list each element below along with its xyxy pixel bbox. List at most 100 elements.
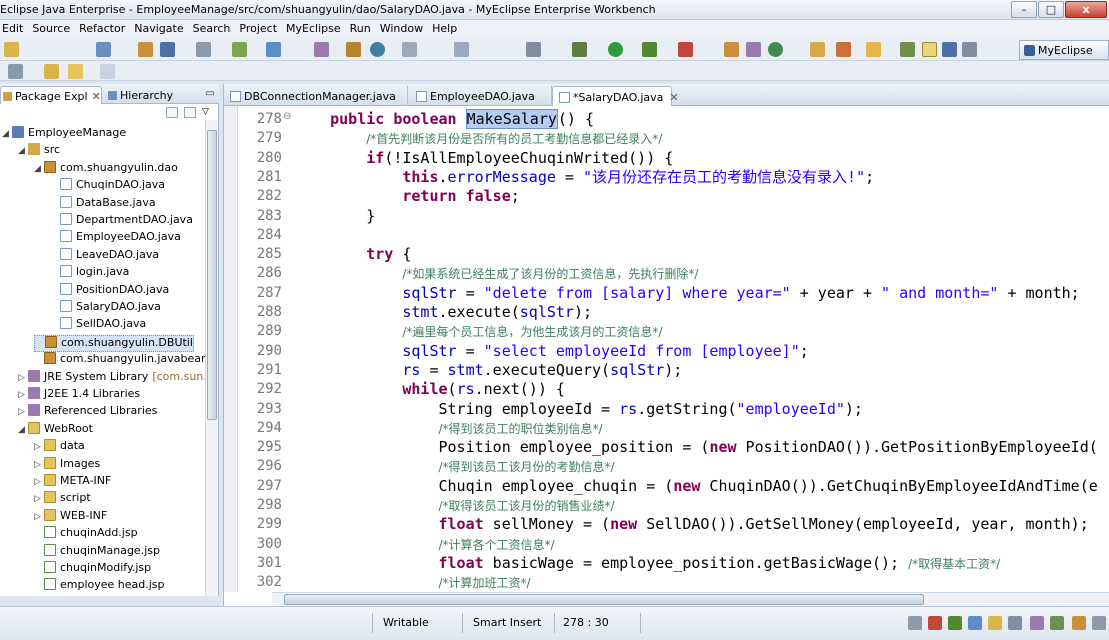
tree-node[interactable]: ▷ META-INF (34, 474, 111, 491)
server-icon[interactable] (266, 42, 281, 57)
editor-horizontal-scrollbar[interactable] (272, 592, 1109, 606)
menu-refactor[interactable]: Refactor (77, 22, 132, 35)
tab-dbconnectionmanager[interactable]: DBConnectionManager.java (224, 86, 408, 106)
next-annotation-icon[interactable] (8, 64, 23, 79)
tree-node[interactable]: ChuqinDAO.java (50, 178, 165, 195)
menu-project[interactable]: Project (237, 22, 284, 35)
toggle-breadcrumb-icon[interactable] (900, 42, 915, 57)
tree-node[interactable]: DataBase.java (50, 195, 156, 213)
web-browser-icon[interactable] (346, 42, 361, 57)
code-line[interactable]: String employeeId = rs.getString("employ… (294, 400, 863, 419)
tree-node[interactable]: ▷ script (34, 491, 91, 508)
tree-node[interactable]: login.java (50, 265, 129, 282)
search-icon[interactable] (836, 42, 851, 57)
expand-arrow-icon[interactable]: ▷ (34, 494, 44, 504)
code-line[interactable]: while(rs.next()) { (294, 380, 565, 399)
scrollbar-thumb[interactable] (284, 594, 924, 605)
tab-package-explorer[interactable]: Package Expl ✕ (0, 86, 102, 104)
collapse-all-icon[interactable] (166, 107, 178, 118)
tree-node[interactable]: ◢ WebRoot (18, 421, 93, 439)
expand-arrow-icon[interactable]: ▷ (18, 407, 28, 417)
new-icon[interactable] (4, 42, 19, 57)
new-java-project-icon[interactable] (724, 42, 739, 57)
db-explorer-icon[interactable] (402, 42, 417, 57)
code-line[interactable]: /*得到该员工的职位类别信息*/ (294, 419, 603, 438)
code-line[interactable]: this.errorMessage = "该月份还存在员工的考勤信息没有录入!"… (294, 168, 874, 187)
collapse-arrow-icon[interactable]: ◢ (18, 146, 28, 156)
save-all-icon[interactable] (160, 42, 175, 57)
run-last-icon[interactable] (642, 42, 657, 57)
menu-myeclipse[interactable]: MyEclipse (284, 22, 348, 35)
code-line[interactable]: /*遍里每个员工信息，为他生成该月的工资信息*/ (294, 322, 662, 341)
mark-occurrences-icon[interactable] (922, 42, 937, 57)
close-tab-icon[interactable]: ✕ (92, 90, 101, 103)
code-line[interactable]: public boolean MakeSalary() { (294, 109, 594, 129)
show-whitespace-icon[interactable] (962, 42, 977, 57)
tray-icon[interactable] (988, 616, 1002, 630)
tray-icon[interactable] (1050, 616, 1064, 630)
new-class-icon[interactable] (768, 42, 783, 57)
debug-icon[interactable] (572, 42, 587, 57)
save-icon[interactable] (138, 42, 153, 57)
menu-run[interactable]: Run (348, 22, 378, 35)
code-line[interactable]: stmt.execute(sqlStr); (294, 303, 592, 322)
menu-help[interactable]: Help (430, 22, 464, 35)
fold-marker-icon[interactable]: ⊖ (283, 111, 291, 122)
tree-node[interactable]: EmployeeDAO.java (50, 230, 181, 247)
tree-node[interactable]: ▷ JRE System Library[com.sun.jav (18, 369, 205, 387)
tray-icon[interactable] (1092, 616, 1106, 630)
scrollbar-thumb[interactable] (207, 130, 217, 420)
perspective-myeclipse[interactable]: MyEclipse (1019, 40, 1109, 60)
external-tools-icon[interactable] (678, 42, 693, 57)
tree-node[interactable]: ◢ com.shuangyulin.dao (34, 160, 178, 178)
open-folder-icon[interactable] (810, 42, 825, 57)
menu-edit[interactable]: Edit (0, 22, 30, 35)
menu-source[interactable]: Source (30, 22, 77, 35)
code-line[interactable]: sqlStr = "select employeeId from [employ… (294, 342, 808, 361)
minimize-button[interactable]: – (1011, 1, 1037, 18)
maximize-button[interactable]: □ (1038, 1, 1064, 18)
tree-node[interactable]: ▷ Images (34, 456, 100, 474)
menu-search[interactable]: Search (191, 22, 238, 35)
expand-arrow-icon[interactable]: ▷ (34, 512, 44, 522)
collapse-arrow-icon[interactable]: ◢ (34, 164, 44, 174)
tree-node[interactable]: LeaveDAO.java (50, 247, 159, 265)
code-line[interactable]: sqlStr = "delete from [salary] where yea… (294, 284, 1079, 303)
menu-navigate[interactable]: Navigate (132, 22, 190, 35)
tree-node[interactable]: ▷ J2EE 1.4 Libraries (18, 387, 140, 404)
code-line[interactable]: /*如果系统已经生成了该月份的工资信息，先执行删除*/ (294, 264, 698, 283)
tree-vertical-scrollbar[interactable] (205, 120, 218, 596)
globe-icon[interactable] (370, 42, 385, 57)
code-line[interactable]: return false; (294, 187, 519, 206)
open-file-icon[interactable] (866, 42, 881, 57)
code-line[interactable]: } (294, 207, 375, 226)
tree-node[interactable]: chuqinModify.jsp (34, 561, 151, 578)
new-package-icon[interactable] (746, 42, 761, 57)
back-icon[interactable] (68, 64, 83, 79)
open-type-icon[interactable] (314, 42, 329, 57)
code-line[interactable]: float basicWage = employee_position.getB… (294, 554, 1001, 573)
view-menu-icon[interactable]: ▽ (202, 107, 214, 118)
console-icon[interactable] (526, 42, 541, 57)
tray-icon[interactable] (928, 616, 942, 630)
run-icon[interactable] (608, 42, 623, 57)
code-line[interactable]: /*得到该员工该月份的考勤信息*/ (294, 457, 615, 476)
code-line[interactable]: /*计算各个工资信息*/ (294, 535, 555, 554)
tree-node[interactable]: SalaryDAO.java (50, 300, 161, 317)
code-line[interactable]: Chuqin employee_chuqin = (new ChuqinDAO(… (294, 477, 1098, 496)
code-line[interactable]: /*首先判断该月份是否所有的员工考勤信息都已经录入*/ (294, 129, 662, 148)
tray-icon[interactable] (948, 616, 962, 630)
tab-hierarchy[interactable]: Hierarchy (106, 86, 184, 104)
code-line[interactable]: float sellMoney = (new SellDAO()).GetSel… (294, 515, 1089, 534)
close-button[interactable]: x (1065, 1, 1107, 18)
code-area[interactable]: public boolean MakeSalary() { /*首先判断该月份是… (294, 106, 1109, 592)
expand-arrow-icon[interactable]: ▷ (18, 390, 28, 400)
tree-node[interactable]: ▷ WEB-INF (34, 508, 107, 526)
tree-node[interactable]: employee head.jsp (34, 578, 165, 595)
tray-icon[interactable] (968, 616, 982, 630)
expand-arrow-icon[interactable]: ▷ (34, 477, 44, 487)
collapse-arrow-icon[interactable]: ◢ (2, 129, 12, 139)
code-line[interactable]: /*取得该员工该月份的销售业绩*/ (294, 496, 615, 515)
print-icon[interactable] (196, 42, 211, 57)
code-line[interactable]: try { (294, 245, 411, 264)
